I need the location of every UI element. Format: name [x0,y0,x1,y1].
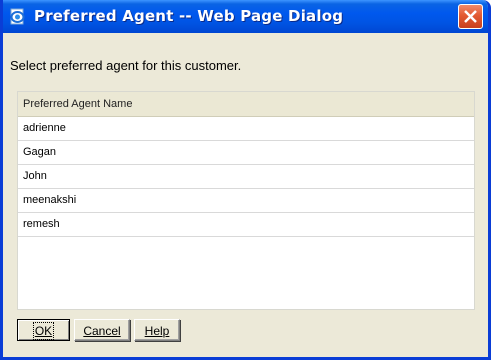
help-button[interactable]: Help [134,319,180,341]
agent-grid: Preferred Agent Name adrienne Gagan John… [17,91,475,310]
agent-row[interactable]: remesh [18,213,474,237]
ie-page-icon [9,8,26,25]
ok-button-label: OK [32,322,55,340]
column-header-agent-name[interactable]: Preferred Agent Name [18,92,474,117]
cancel-button[interactable]: Cancel [74,319,130,341]
agent-row[interactable]: Gagan [18,141,474,165]
cancel-button-label: Cancel [83,324,121,338]
window-title: Preferred Agent -- Web Page Dialog [34,7,344,25]
instruction-text: Select preferred agent for this customer… [10,58,242,73]
agent-row[interactable]: John [18,165,474,189]
dialog-content: Select preferred agent for this customer… [3,33,488,357]
close-icon [464,10,477,23]
title-bar[interactable]: Preferred Agent -- Web Page Dialog [3,0,488,33]
dialog-window: Preferred Agent -- Web Page Dialog Selec… [0,0,491,360]
close-button[interactable] [458,4,483,29]
help-button-label: Help [144,324,170,338]
ok-button[interactable]: OK [17,319,70,341]
agent-row[interactable]: adrienne [18,117,474,141]
agent-row[interactable]: meenakshi [18,189,474,213]
